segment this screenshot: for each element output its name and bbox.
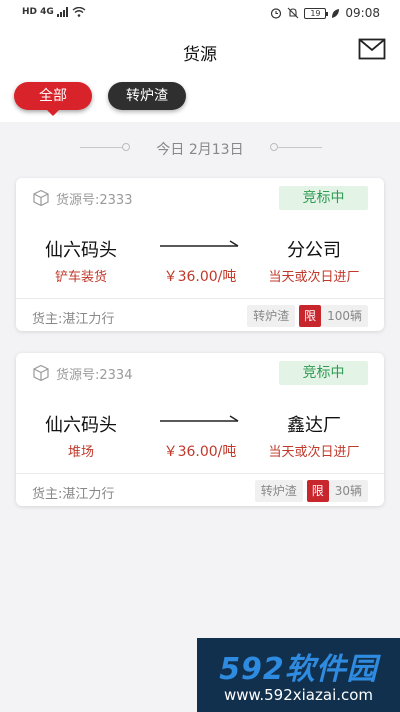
status-badge: 竞标中 [279,361,368,385]
cargo-type-tag: 转炉渣 [254,480,303,502]
signal-icon [56,7,68,17]
leaf-icon [332,8,340,18]
mail-button[interactable] [358,38,386,60]
card-divider [16,473,384,474]
cargo-card[interactable]: 货源号:2334 竞标中 仙六码头 堆场 ￥36.00/吨 鑫达厂 当天或次日进… [16,353,384,506]
vehicle-count-tag: 100辆 [321,305,368,327]
package-icon [33,189,49,207]
route-arrow-icon [160,240,239,247]
clock-text: 09:08 [345,6,380,20]
card-divider [16,298,384,299]
owner-label: 货主:湛江力行 [32,487,115,502]
loading-method: 堆场 [67,445,94,460]
watermark-logo: 592软件园 www.592xiazai.com [197,638,400,712]
destination-name: 分公司 [287,240,341,261]
origin-name: 仙六码头 [45,240,117,261]
route-arrow-icon [160,415,239,422]
watermark-brand: 592软件园 [219,652,378,687]
package-icon [33,364,49,382]
status-badge: 竞标中 [279,186,368,210]
card-tags: 转炉渣 限 100辆 [247,305,368,327]
filter-chip-slag[interactable]: 转炉渣 [108,82,186,110]
filter-chip-all[interactable]: 全部 [14,82,92,116]
battery-icon: 19 [304,7,329,19]
vehicle-count-tag: 30辆 [328,480,368,502]
date-dot-right [270,143,278,151]
arrival-time: 当天或次日进厂 [268,270,360,285]
header-area: HD 4G 19 09:08 货源 全部 转炉渣 [0,0,400,122]
status-bar: HD 4G 19 09:08 [0,0,400,28]
loading-method: 铲车装货 [54,270,107,285]
date-label: 今日 2月13日 [156,142,244,158]
card-header: 货源号:2334 竞标中 [16,353,384,393]
source-number: 货源号:2334 [56,368,133,383]
origin-name: 仙六码头 [45,415,117,436]
wifi-icon [72,7,86,17]
owner-label: 货主:湛江力行 [32,312,115,327]
destination-name: 鑫达厂 [287,415,341,436]
arrival-time: 当天或次日进厂 [268,445,360,460]
cargo-type-tag: 转炉渣 [247,305,296,327]
status-right: 19 09:08 [270,6,380,20]
mute-icon [288,7,299,19]
date-line-right [278,147,322,148]
nav-bar: 货源 [0,28,400,72]
price: ￥36.00/吨 [163,269,237,285]
limit-tag: 限 [306,480,329,502]
network-text: HD 4G [22,7,54,17]
page-title: 货源 [183,45,217,65]
card-tags: 转炉渣 限 30辆 [254,480,368,502]
source-number: 货源号:2333 [56,193,133,208]
cargo-card[interactable]: 货源号:2333 竞标中 仙六码头 铲车装货 ￥36.00/吨 分公司 当天或次… [16,178,384,331]
card-header: 货源号:2333 竞标中 [16,178,384,218]
limit-tag: 限 [299,305,322,327]
date-divider: 今日 2月13日 [0,136,400,160]
filter-tabs: 全部 转炉渣 [0,82,400,118]
price: ￥36.00/吨 [163,444,237,460]
watermark-url: www.592xiazai.com [223,686,374,704]
mail-icon [358,38,386,60]
network-indicator: HD 4G [22,7,86,17]
alarm-icon [271,8,282,19]
